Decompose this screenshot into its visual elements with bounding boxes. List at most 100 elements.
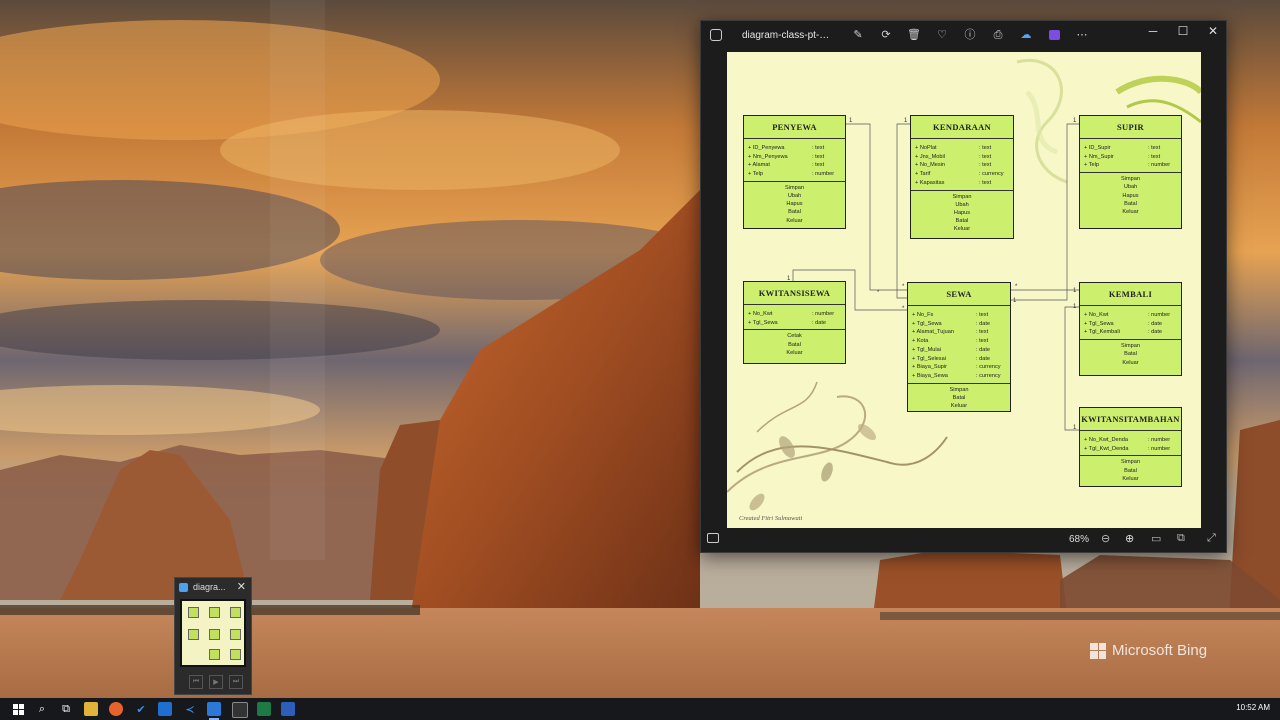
photos-app-icon xyxy=(179,582,188,592)
maximize-icon[interactable]: ☐ xyxy=(1176,24,1190,38)
class-attribute: + Tgl_Sewa: date xyxy=(912,320,990,327)
fit-window-icon[interactable]: ▭ xyxy=(1151,532,1161,545)
zoom-level: 68% xyxy=(1069,534,1090,545)
thumbnail-preview[interactable] xyxy=(180,599,246,667)
class-name: SEWA xyxy=(908,283,1010,306)
mail-icon[interactable] xyxy=(158,702,172,716)
zoom-in-icon[interactable]: ⊕ xyxy=(1125,532,1134,545)
filmstrip-icon[interactable] xyxy=(707,533,719,543)
start-icon[interactable] xyxy=(11,702,25,716)
system-clock[interactable]: 10:52 AM xyxy=(1236,703,1270,712)
edit-icon[interactable]: ✎ xyxy=(851,28,865,42)
previous-icon[interactable]: ⏮ xyxy=(189,675,203,689)
photos-app-icon[interactable] xyxy=(207,702,221,720)
class-attributes: + No_Fs: text + Tgl_Sewa: date + Alamat_Tu… xyxy=(908,306,1010,384)
class-operation: Cetak xyxy=(787,333,802,340)
class-operation: Simpan xyxy=(785,184,804,191)
association-line xyxy=(1064,306,1079,431)
class-operation: Batal xyxy=(1124,200,1137,207)
class-operation: Hapus xyxy=(786,201,803,208)
todo-icon[interactable]: ✔ xyxy=(134,702,148,716)
fullscreen-icon[interactable]: ⤢ xyxy=(1207,532,1216,545)
uml-class-kembali: KEMBALI + No_Kwt: number + Tgl_Sewa: date +… xyxy=(1079,282,1182,376)
class-operation: Keluar xyxy=(1122,359,1139,366)
favorite-icon[interactable]: ♡ xyxy=(935,28,949,42)
class-attribute: + Tgl_Sewa: date xyxy=(748,319,826,326)
excel-icon[interactable] xyxy=(257,702,271,716)
class-attribute: + Kapasitas: text xyxy=(915,179,992,186)
file-explorer-icon[interactable] xyxy=(84,702,98,716)
class-operation: Keluar xyxy=(786,349,803,356)
multiplicity-label: 1 xyxy=(1073,288,1077,294)
next-icon[interactable]: ⏭ xyxy=(229,675,243,689)
window-controls: ─ ☐ ✕ xyxy=(1146,24,1220,38)
firefox-icon[interactable] xyxy=(109,702,123,716)
app-blue-icon[interactable] xyxy=(281,702,295,716)
class-operation: Simpan xyxy=(952,193,972,200)
clipchamp-icon[interactable] xyxy=(1047,28,1061,42)
multiplicity-label: 1 xyxy=(904,118,908,124)
search-icon[interactable]: ⌕ xyxy=(35,702,49,716)
class-operation: Hapus xyxy=(953,209,971,216)
class-name: KWITANSISEWA xyxy=(744,282,845,305)
multiplicity-label: 1 xyxy=(849,118,853,124)
class-attribute: + Tgl_Kwt_Denda: number xyxy=(1084,445,1171,452)
rotate-icon[interactable]: ⟳ xyxy=(879,28,893,42)
more-icon[interactable]: ⋯ xyxy=(1075,28,1089,42)
multiplicity-label: 1 xyxy=(1073,118,1077,124)
class-attribute: + No_Fs: text xyxy=(912,312,989,318)
association-line xyxy=(896,123,910,299)
thumbnail-title: diagra... xyxy=(193,582,226,592)
multiplicity-label: * xyxy=(902,284,905,290)
class-name: KENDARAAN xyxy=(911,116,1013,139)
vscode-icon[interactable]: ≺ xyxy=(183,702,197,716)
association-line xyxy=(1011,289,1079,301)
class-operations: Simpan Ubah Hapus Batal Keluar xyxy=(911,191,1013,234)
class-name: KWITANSITAMBAHAN xyxy=(1080,408,1181,431)
class-operation: Simpan xyxy=(1121,459,1140,466)
close-icon[interactable]: ✕ xyxy=(1206,24,1220,38)
class-operation: Keluar xyxy=(950,403,968,410)
image-canvas[interactable]: PENYEWA + ID_Penyewa: text + Nm_Penyewa: t… xyxy=(727,52,1201,528)
class-name: KEMBALI xyxy=(1080,283,1181,306)
class-attribute: + No_Kwt_Denda: number xyxy=(1084,437,1171,443)
photo-toolbar: ✎ ⟳ 🗑 ♡ ⓘ ⎙ ☁ ⋯ xyxy=(851,28,1089,42)
class-attribute: + Tgl_Selesai: date xyxy=(912,355,990,362)
terminal-icon[interactable] xyxy=(232,702,248,718)
class-attribute: + Tgl_Kembali: date xyxy=(1084,329,1162,336)
photos-app-window[interactable]: diagram-class-pt-ben... ✎ ⟳ 🗑 ♡ ⓘ ⎙ ☁ ⋯ … xyxy=(700,20,1227,553)
class-attribute: + Alamat_Tujuan: text xyxy=(912,329,989,336)
onedrive-icon[interactable]: ☁ xyxy=(1019,28,1033,42)
task-view-icon[interactable]: ⧉ xyxy=(59,702,73,716)
class-attribute: + Kota: text xyxy=(912,338,989,345)
info-icon[interactable]: ⓘ xyxy=(963,28,977,42)
class-attribute: + No_Kwt: number xyxy=(1084,312,1171,318)
delete-icon[interactable]: 🗑 xyxy=(907,28,921,42)
class-operation: Batal xyxy=(1124,351,1137,358)
class-operations: Cetak Batal Keluar xyxy=(744,330,845,357)
actual-size-icon[interactable]: ⧉ xyxy=(1177,532,1185,545)
uml-class-sewa: SEWA + No_Fs: text + Tgl_Sewa: date + Alama… xyxy=(907,282,1011,412)
class-operation: Keluar xyxy=(1122,475,1139,482)
class-operation: Ubah xyxy=(787,193,802,200)
class-operations: Simpan Batal Keluar xyxy=(1080,340,1181,367)
print-icon[interactable]: ⎙ xyxy=(991,28,1005,42)
title-bar[interactable]: diagram-class-pt-ben... ✎ ⟳ 🗑 ♡ ⓘ ⎙ ☁ ⋯ … xyxy=(701,21,1226,49)
play-icon[interactable]: ▶ xyxy=(209,675,223,689)
uml-class-kwitansisewa: KWITANSISEWA + No_Kwt: number + Tgl_Sewa: … xyxy=(743,281,846,364)
association-line xyxy=(846,123,907,291)
taskbar: ⌕ ⧉ ✔ ≺ 10:52 AM xyxy=(0,698,1280,720)
bing-watermark-text: Microsoft Bing xyxy=(1112,642,1208,659)
close-icon[interactable]: ✕ xyxy=(237,580,246,593)
minimize-icon[interactable]: ─ xyxy=(1146,24,1160,38)
class-attribute: + Tgl_Sewa: date xyxy=(1084,320,1162,327)
author-credit: Created Fitri Sulmawati xyxy=(739,515,803,522)
taskbar-thumbnail-popup[interactable]: diagra... ✕ ⏮ ▶ ⏭ xyxy=(174,577,252,695)
multiplicity-label: * xyxy=(902,306,905,312)
multiplicity-label: 1 xyxy=(1073,425,1077,431)
class-operation: Simpan xyxy=(949,386,969,393)
photos-app-icon xyxy=(710,29,722,41)
class-attribute: + Jns_Mobil: text xyxy=(915,153,992,160)
zoom-out-icon[interactable]: ⊖ xyxy=(1101,532,1110,545)
class-attribute: + Tgl_Mulai: date xyxy=(912,346,990,353)
